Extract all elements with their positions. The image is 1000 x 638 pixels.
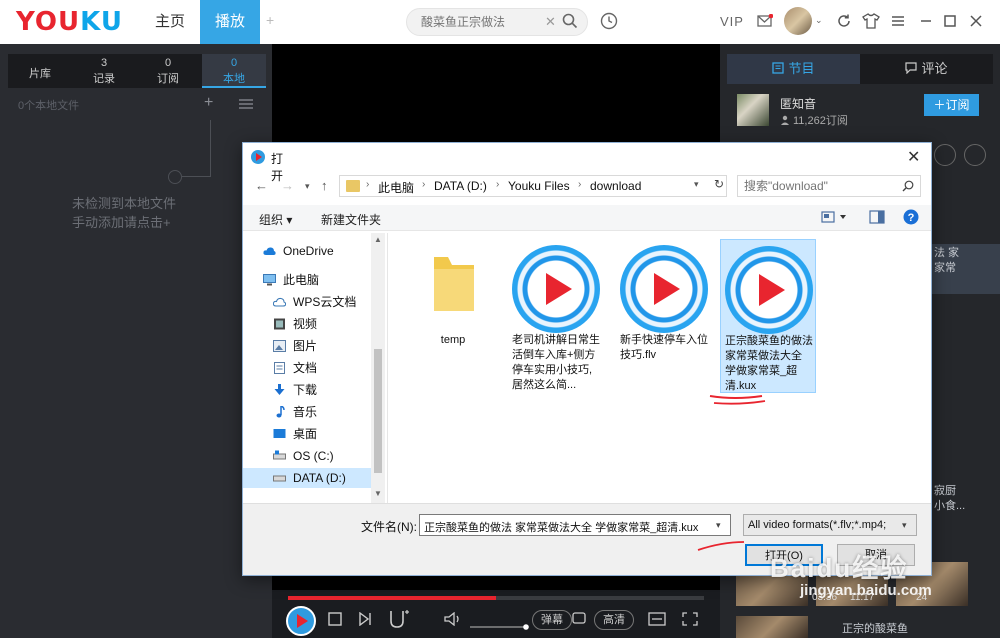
red-annotation-marks — [697, 395, 766, 551]
baidu-watermark: Baidu经验 — [770, 553, 909, 583]
baidu-watermark-url: jingyan.baidu.com — [800, 582, 932, 599]
